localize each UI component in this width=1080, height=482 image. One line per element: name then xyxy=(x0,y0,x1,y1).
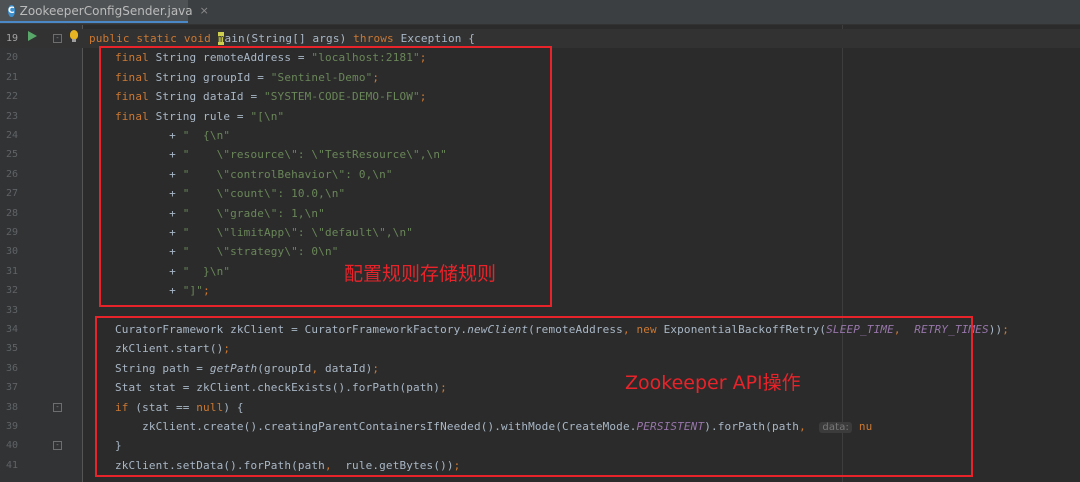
line-number: 26 xyxy=(5,168,18,180)
line-number: 24 xyxy=(5,130,18,141)
line-number: 31 xyxy=(5,265,18,277)
line-number: 23 xyxy=(5,110,18,122)
fold-end-icon[interactable]: - xyxy=(53,441,62,450)
line-number: 25 xyxy=(5,149,18,161)
line-number: 36 xyxy=(5,362,18,374)
line-number: 38 xyxy=(5,401,18,413)
run-main-icon[interactable] xyxy=(28,31,37,41)
editor-tab-zookeeper-config-sender[interactable]: C ZookeeperConfigSender.java × xyxy=(0,0,209,23)
line-number: 21 xyxy=(5,71,18,83)
line-number: 37 xyxy=(5,382,18,394)
line-number: 32 xyxy=(5,285,18,297)
line-number: 27 xyxy=(5,188,18,200)
line-number: 19 xyxy=(5,33,18,44)
intention-bulb-icon[interactable] xyxy=(70,30,78,42)
editor-tab-bar: C ZookeeperConfigSender.java × xyxy=(0,0,1080,25)
line-number: 20 xyxy=(5,52,18,64)
line-number: 40 xyxy=(5,440,18,452)
line-number: 29 xyxy=(5,227,18,238)
java-class-icon: C xyxy=(8,4,15,17)
line-number: 28 xyxy=(5,207,18,219)
line-number: 22 xyxy=(5,91,18,103)
line-number: 33 xyxy=(5,304,18,316)
fold-if-icon[interactable]: - xyxy=(53,403,62,412)
zookeeper-api-highlight-box xyxy=(95,316,973,477)
zookeeper-api-annotation: Zookeeper API操作 xyxy=(625,372,801,394)
tab-label: ZookeeperConfigSender.java xyxy=(19,3,193,18)
line-number: 30 xyxy=(5,246,18,258)
line-number: 39 xyxy=(5,421,18,432)
fold-method-icon[interactable]: - xyxy=(53,34,62,43)
line-number: 34 xyxy=(5,324,18,335)
close-tab-icon[interactable]: × xyxy=(200,4,209,17)
rule-storage-annotation: 配置规则存储规则 xyxy=(344,263,497,285)
line-number: 35 xyxy=(5,343,18,355)
line-number: 41 xyxy=(5,459,18,471)
